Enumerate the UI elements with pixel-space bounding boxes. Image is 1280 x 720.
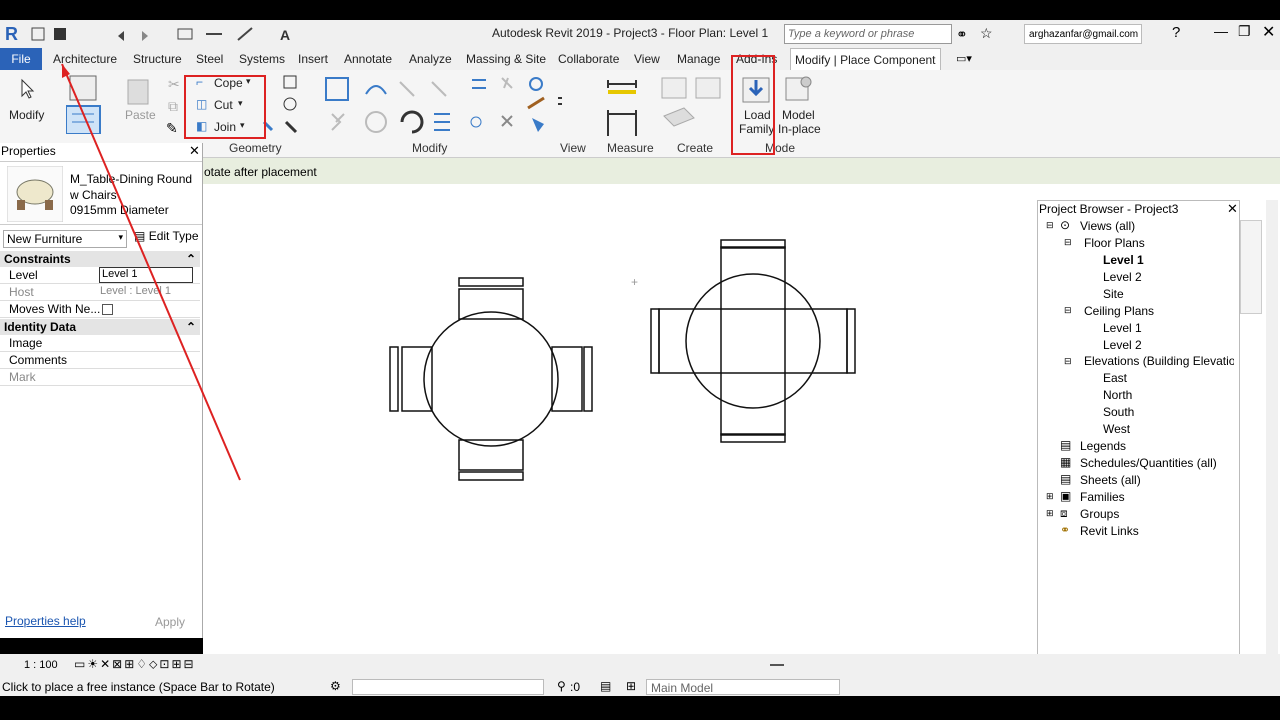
- tree-floor-site[interactable]: Site: [1103, 287, 1124, 301]
- schedules-icon: ▦: [1060, 455, 1072, 469]
- revit-logo-icon[interactable]: R: [5, 24, 18, 45]
- groups-icon: ⧈: [1060, 506, 1068, 520]
- app-title: Autodesk Revit 2019 - Project3 - Floor P…: [492, 26, 769, 40]
- tree-ceiling-plans[interactable]: Ceiling Plans: [1084, 304, 1154, 318]
- revit-links-icon: ⚭: [1060, 523, 1071, 537]
- properties-title: Properties: [1, 144, 56, 158]
- modify-button-label[interactable]: Modify: [9, 108, 44, 122]
- design-option-select[interactable]: Main Model: [646, 679, 840, 695]
- views-icon: ⊙: [1060, 218, 1071, 232]
- tree-west[interactable]: West: [1103, 422, 1130, 436]
- navigation-bar[interactable]: [1240, 220, 1262, 314]
- sheets-icon: ▤: [1060, 472, 1072, 486]
- legends-icon: ▤: [1060, 438, 1072, 452]
- tab-analyze[interactable]: Analyze: [409, 52, 452, 66]
- apply-button[interactable]: Apply: [155, 615, 185, 629]
- filter-icon[interactable]: ⚲: [557, 679, 566, 693]
- star-icon[interactable]: ☆: [980, 25, 993, 42]
- browser-close-icon[interactable]: ✕: [1227, 201, 1238, 217]
- tree-floor-plans[interactable]: Floor Plans: [1084, 236, 1145, 250]
- tab-collaborate[interactable]: Collaborate: [558, 52, 619, 66]
- cursor-crosshair-icon: +: [631, 275, 638, 289]
- tree-families[interactable]: Families: [1080, 490, 1125, 504]
- tree-ceiling-level2[interactable]: Level 2: [1103, 338, 1142, 352]
- browser-title: Project Browser - Project3: [1039, 202, 1179, 216]
- model-label[interactable]: Model: [782, 108, 815, 122]
- search-input[interactable]: Type a keyword or phrase: [784, 24, 952, 44]
- binoculars-icon[interactable]: ⚭: [956, 26, 968, 43]
- project-browser: Project Browser - Project3 ✕ ⊟ ⊙ Views (…: [1037, 200, 1240, 692]
- tab-annotate[interactable]: Annotate: [344, 52, 392, 66]
- tree-ceiling-level1[interactable]: Level 1: [1103, 321, 1142, 335]
- quick-access-toolbar: A: [30, 26, 290, 44]
- highlight-load-family: [731, 55, 775, 155]
- panel-modify: Modify: [412, 141, 448, 155]
- canvas-scroll-handle[interactable]: [770, 664, 784, 666]
- panel-create: Create: [677, 141, 714, 155]
- tab-file[interactable]: File: [0, 48, 42, 70]
- panel-measure: Measure: [607, 141, 654, 155]
- status-message: Click to place a free instance (Space Ba…: [2, 680, 275, 694]
- tree-schedules[interactable]: Schedules/Quantities (all): [1080, 456, 1217, 470]
- measure-icons[interactable]: [606, 74, 656, 138]
- tree-revit-links[interactable]: Revit Links: [1080, 524, 1139, 538]
- red-annotation-arrow: [61, 63, 241, 481]
- tree-south[interactable]: South: [1103, 405, 1134, 419]
- create-icons[interactable]: [660, 74, 730, 138]
- tree-sheets[interactable]: Sheets (all): [1080, 473, 1141, 487]
- dining-table-placed[interactable]: [389, 277, 593, 481]
- status-bar: Click to place a free instance (Space Ba…: [0, 678, 1280, 696]
- panel-view: View: [560, 141, 586, 155]
- worksets-icon[interactable]: ⚙: [330, 679, 341, 693]
- restore-icon[interactable]: ❐: [1238, 23, 1251, 40]
- tree-north[interactable]: North: [1103, 388, 1132, 402]
- tab-options-icon[interactable]: ▭▾: [956, 52, 972, 65]
- close-icon[interactable]: ✕: [1262, 22, 1275, 42]
- svg-text:A: A: [280, 27, 290, 43]
- view-control-icons[interactable]: ▭☀✕⊠⊞♢⬦⊡⊞⊟: [74, 657, 196, 672]
- modify-cursor-icon[interactable]: [18, 78, 38, 100]
- families-icon: ▣: [1060, 489, 1072, 503]
- model-inplace-icon: [785, 76, 812, 101]
- selection-count: :0: [570, 680, 581, 694]
- tree-groups[interactable]: Groups: [1080, 507, 1119, 521]
- tab-massing[interactable]: Massing & Site: [466, 52, 546, 66]
- user-account[interactable]: arghazanfar@gmail.com: [1024, 24, 1142, 44]
- tree-east[interactable]: East: [1103, 371, 1127, 385]
- vertical-scrollbar[interactable]: [1266, 200, 1278, 654]
- tab-modify-place-component[interactable]: Modify | Place Component: [790, 48, 941, 70]
- tree-elevations[interactable]: Elevations (Building Elevation): [1084, 354, 1234, 368]
- dining-table-preview: [650, 239, 856, 443]
- minimize-icon[interactable]: —: [1214, 23, 1228, 39]
- tree-legends[interactable]: Legends: [1080, 439, 1126, 453]
- help-icon[interactable]: ?: [1172, 24, 1180, 41]
- view-scale[interactable]: 1 : 100: [24, 659, 58, 671]
- tab-view[interactable]: View: [634, 52, 660, 66]
- title-bar: R A Autodesk Revit 2019 - Project3 - Flo…: [0, 20, 1280, 50]
- modify-tools-icons[interactable]: [322, 74, 562, 138]
- inplace-label[interactable]: In-place: [778, 122, 821, 136]
- editing-requests-icon[interactable]: ▤: [600, 679, 611, 693]
- tree-views-all[interactable]: Views (all): [1080, 219, 1135, 233]
- design-options-icon[interactable]: ⊞: [626, 679, 636, 693]
- tree-floor-level1[interactable]: Level 1: [1103, 253, 1144, 267]
- properties-help-link[interactable]: Properties help: [5, 614, 86, 628]
- tree-floor-level2[interactable]: Level 2: [1103, 270, 1142, 284]
- view-control-bar: 1 : 100 ▭☀✕⊠⊞♢⬦⊡⊞⊟: [0, 654, 1280, 678]
- tab-manage[interactable]: Manage: [677, 52, 720, 66]
- worksets-select[interactable]: [352, 679, 544, 695]
